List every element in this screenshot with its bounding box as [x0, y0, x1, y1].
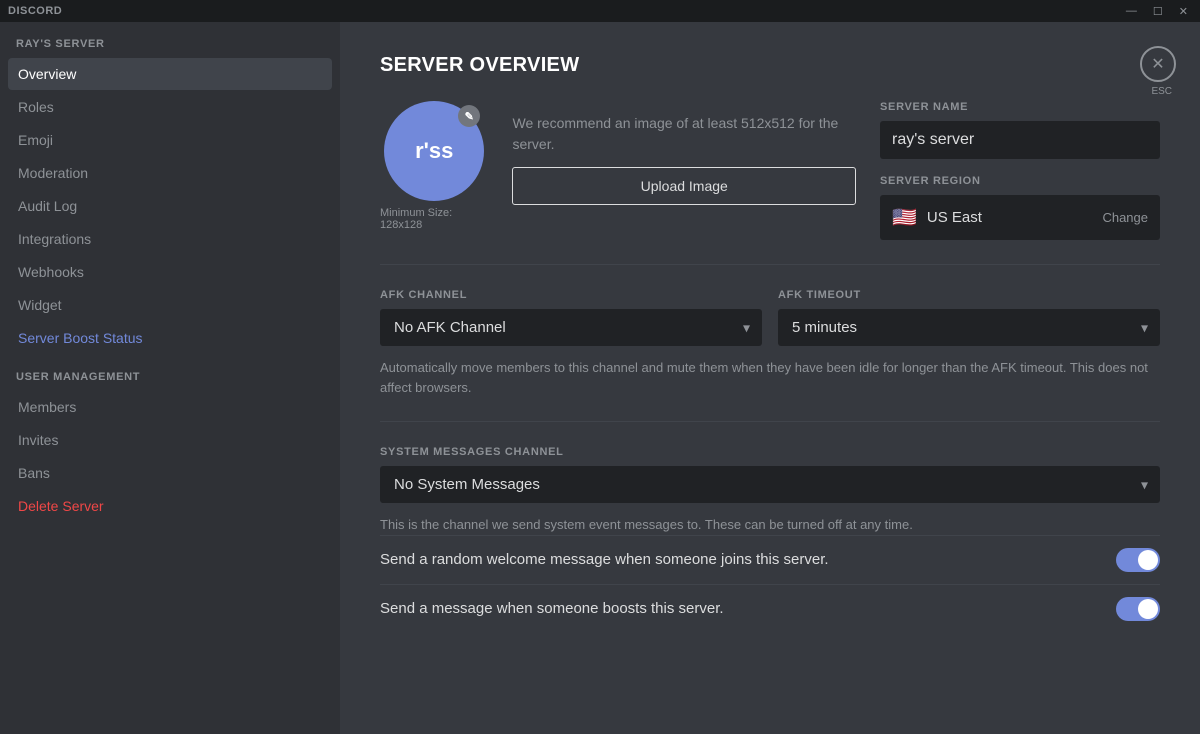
- welcome-message-toggle[interactable]: [1116, 548, 1160, 572]
- sidebar-server-name: RAY'S SERVER: [8, 38, 332, 58]
- divider-1: [380, 264, 1160, 265]
- min-size-label: Minimum Size: 128x128: [380, 207, 488, 231]
- sidebar-item-webhooks[interactable]: Webhooks: [8, 256, 332, 288]
- user-management-label: USER MANAGEMENT: [8, 355, 332, 391]
- sidebar-item-overview[interactable]: Overview: [8, 58, 332, 90]
- afk-timeout-label: AFK TIMEOUT: [778, 289, 1160, 301]
- server-name-input[interactable]: [880, 121, 1160, 159]
- server-name-area: SERVER NAME SERVER REGION 🇺🇸 US East Cha…: [880, 101, 1160, 240]
- sidebar: RAY'S SERVER Overview Roles Emoji Modera…: [0, 22, 340, 734]
- upload-image-button[interactable]: Upload Image: [512, 167, 856, 205]
- minimize-button[interactable]: —: [1122, 3, 1141, 20]
- server-region-selector[interactable]: 🇺🇸 US East Change: [880, 195, 1160, 240]
- sidebar-item-integrations[interactable]: Integrations: [8, 223, 332, 255]
- change-region-button[interactable]: Change: [1102, 210, 1148, 225]
- afk-description: Automatically move members to this chann…: [380, 358, 1160, 397]
- system-messages-select[interactable]: No System Messages: [380, 466, 1160, 503]
- sidebar-item-emoji[interactable]: Emoji: [8, 124, 332, 156]
- afk-channel-field: AFK CHANNEL No AFK Channel: [380, 289, 762, 346]
- afk-timeout-field: AFK TIMEOUT 5 minutes: [778, 289, 1160, 346]
- section-title: SERVER OVERVIEW: [380, 54, 1160, 77]
- region-flag: 🇺🇸: [892, 205, 917, 230]
- upload-area: We recommend an image of at least 512x51…: [512, 101, 856, 205]
- avatar-area: r'ss ✎ Minimum Size: 128x128: [380, 101, 488, 231]
- esc-label: ESC: [1151, 86, 1172, 97]
- toggle-2-label: Send a message when someone boosts this …: [380, 600, 1100, 617]
- overview-top: r'ss ✎ Minimum Size: 128x128 We recommen…: [380, 101, 1160, 240]
- region-name: US East: [927, 209, 982, 226]
- close-button[interactable]: ✕: [1140, 46, 1176, 82]
- toggle-1-label: Send a random welcome message when someo…: [380, 551, 1100, 568]
- afk-channel-select-wrapper: No AFK Channel: [380, 309, 762, 346]
- sidebar-item-moderation[interactable]: Moderation: [8, 157, 332, 189]
- server-avatar[interactable]: r'ss ✎: [384, 101, 484, 201]
- sidebar-item-bans[interactable]: Bans: [8, 457, 332, 489]
- content-area: ✕ ESC SERVER OVERVIEW r'ss ✎ Minimum Siz…: [340, 22, 1200, 734]
- afk-timeout-select[interactable]: 5 minutes: [778, 309, 1160, 346]
- boost-message-toggle[interactable]: [1116, 597, 1160, 621]
- window-close-button[interactable]: ✕: [1175, 3, 1192, 20]
- divider-2: [380, 421, 1160, 422]
- window-controls: — ☐ ✕: [1122, 3, 1192, 20]
- region-left: 🇺🇸 US East: [892, 205, 982, 230]
- app-title: DISCORD: [8, 5, 62, 17]
- sidebar-item-boost[interactable]: Server Boost Status: [8, 322, 332, 354]
- sidebar-item-members[interactable]: Members: [8, 391, 332, 423]
- system-messages-channel-label: SYSTEM MESSAGES CHANNEL: [380, 446, 1160, 458]
- afk-timeout-select-wrapper: 5 minutes: [778, 309, 1160, 346]
- maximize-button[interactable]: ☐: [1149, 3, 1167, 20]
- system-messages-description: This is the channel we send system event…: [380, 515, 1160, 535]
- sidebar-item-delete-server[interactable]: Delete Server: [8, 490, 332, 522]
- server-name-label: SERVER NAME: [880, 101, 1160, 113]
- recommend-text: We recommend an image of at least 512x51…: [512, 113, 856, 155]
- toggle-row-2: Send a message when someone boosts this …: [380, 584, 1160, 633]
- afk-channel-select[interactable]: No AFK Channel: [380, 309, 762, 346]
- system-messages-select-wrapper: No System Messages: [380, 466, 1160, 503]
- main-layout: RAY'S SERVER Overview Roles Emoji Modera…: [0, 22, 1200, 734]
- afk-channel-label: AFK CHANNEL: [380, 289, 762, 301]
- sidebar-item-widget[interactable]: Widget: [8, 289, 332, 321]
- sidebar-item-roles[interactable]: Roles: [8, 91, 332, 123]
- toggle-row-1: Send a random welcome message when someo…: [380, 535, 1160, 584]
- server-region-label: SERVER REGION: [880, 175, 1160, 187]
- afk-row: AFK CHANNEL No AFK Channel AFK TIMEOUT 5…: [380, 289, 1160, 346]
- sidebar-item-audit-log[interactable]: Audit Log: [8, 190, 332, 222]
- sidebar-item-invites[interactable]: Invites: [8, 424, 332, 456]
- system-messages-section: SYSTEM MESSAGES CHANNEL No System Messag…: [380, 446, 1160, 535]
- avatar-edit-icon: ✎: [458, 105, 480, 127]
- titlebar: DISCORD — ☐ ✕: [0, 0, 1200, 22]
